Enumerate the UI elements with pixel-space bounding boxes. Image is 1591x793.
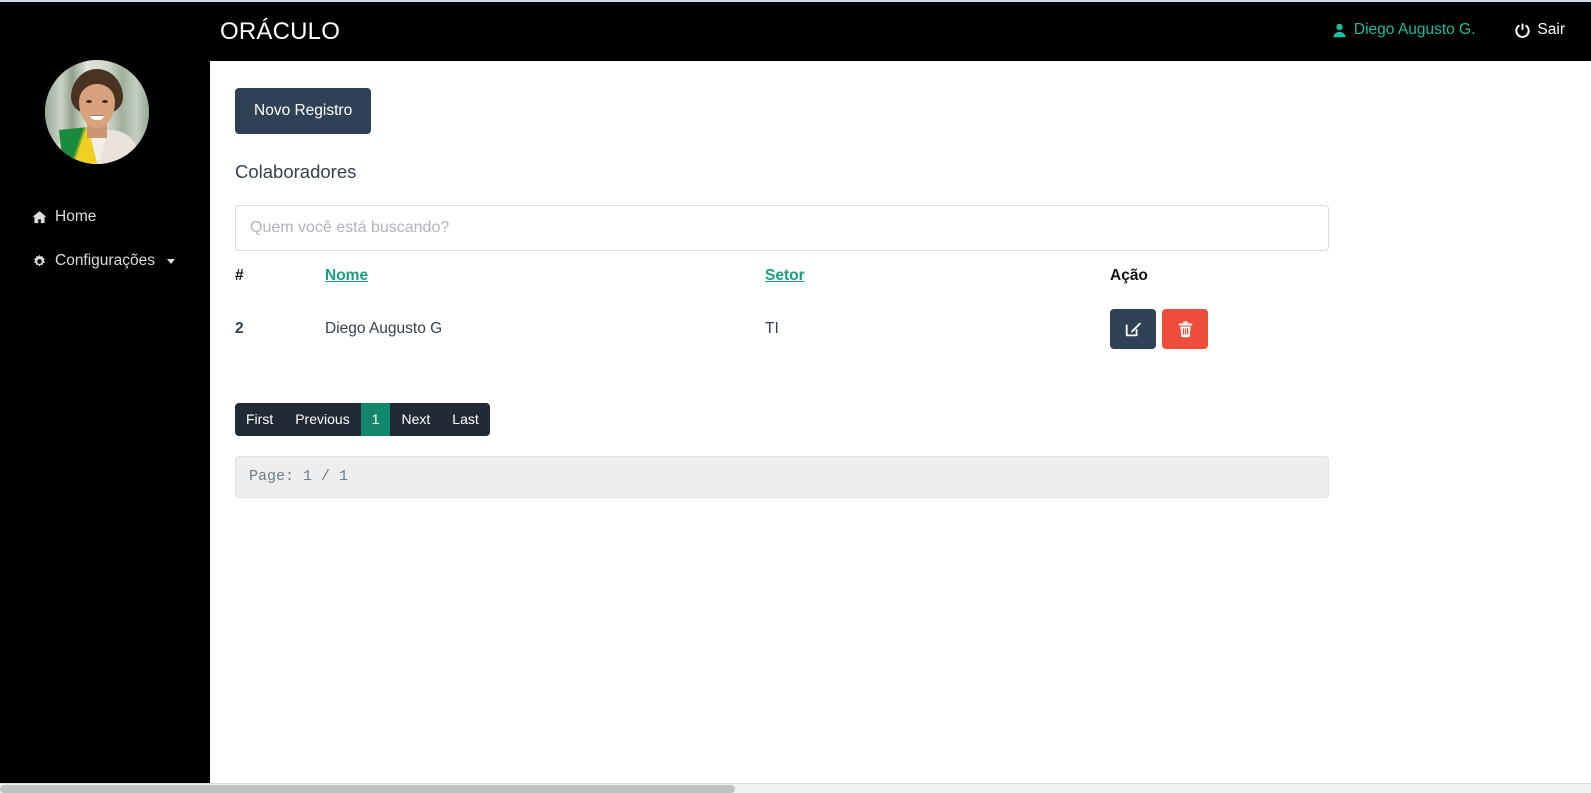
current-user-menu[interactable]: Diego Augusto G. bbox=[1332, 20, 1476, 40]
sidebar-item-home[interactable]: Home bbox=[0, 200, 210, 234]
sidebar: Home Configurações bbox=[0, 2, 210, 791]
home-icon bbox=[32, 210, 47, 225]
chevron-down-icon bbox=[166, 258, 175, 264]
cell-hash: 2 bbox=[235, 320, 244, 337]
gear-icon bbox=[32, 254, 47, 269]
sidebar-item-home-label: Home bbox=[55, 208, 97, 225]
pagination-first[interactable]: First bbox=[235, 403, 284, 436]
sort-link-setor[interactable]: Setor bbox=[765, 267, 805, 284]
trash-icon bbox=[1177, 321, 1194, 338]
page-title: Colaboradores bbox=[235, 161, 357, 182]
sidebar-menu: Home Configurações bbox=[0, 200, 210, 288]
search-input[interactable] bbox=[235, 205, 1329, 251]
collaborators-table: # Nome Setor Ação 2 Diego Augusto G TI bbox=[235, 259, 1329, 363]
delete-row-button[interactable] bbox=[1162, 309, 1208, 349]
table-header: # Nome Setor Ação bbox=[235, 259, 1329, 295]
table-header-row: # Nome Setor Ação bbox=[235, 259, 1329, 295]
cell-setor: TI bbox=[765, 320, 779, 337]
pagination: First Previous 1 Next Last bbox=[235, 403, 490, 436]
pagination-next[interactable]: Next bbox=[390, 403, 441, 436]
top-navbar: ORÁCULO Diego Augusto G. Sair bbox=[0, 2, 1591, 61]
pagination-page-1[interactable]: 1 bbox=[360, 403, 391, 436]
content-wrapper: Novo Registro Colaboradores # Nome Setor bbox=[235, 88, 1329, 498]
app-brand-title: ORÁCULO bbox=[220, 18, 341, 45]
row-action-buttons bbox=[1110, 309, 1329, 349]
main-content: Novo Registro Colaboradores # Nome Setor bbox=[210, 61, 1591, 791]
app-root: ORÁCULO Diego Augusto G. Sair Home Confi… bbox=[0, 0, 1591, 793]
topnav-right-group: Diego Augusto G. Sair bbox=[1332, 20, 1565, 40]
cell-acao bbox=[1110, 295, 1329, 363]
power-icon bbox=[1515, 22, 1531, 38]
logout-label: Sair bbox=[1537, 21, 1565, 38]
column-header-setor: Setor bbox=[765, 259, 1110, 295]
avatar-image bbox=[45, 60, 149, 164]
table-row: 2 Diego Augusto G TI bbox=[235, 295, 1329, 363]
column-header-nome: Nome bbox=[325, 259, 765, 295]
avatar bbox=[45, 60, 149, 164]
table-body: 2 Diego Augusto G TI bbox=[235, 295, 1329, 363]
cell-nome: Diego Augusto G bbox=[325, 320, 443, 337]
sidebar-item-configuracoes[interactable]: Configurações bbox=[0, 244, 210, 278]
avatar-eye-right bbox=[102, 100, 108, 103]
avatar-eye-left bbox=[86, 100, 92, 103]
edit-pencil-icon bbox=[1125, 321, 1142, 338]
horizontal-scrollbar-thumb[interactable] bbox=[0, 785, 735, 793]
sort-link-nome[interactable]: Nome bbox=[325, 267, 368, 284]
column-header-hash: # bbox=[235, 267, 244, 284]
edit-row-button[interactable] bbox=[1110, 309, 1156, 349]
pagination-last[interactable]: Last bbox=[441, 403, 489, 436]
pagination-previous[interactable]: Previous bbox=[284, 403, 360, 436]
sidebar-item-configuracoes-label: Configurações bbox=[55, 252, 155, 269]
horizontal-scrollbar[interactable] bbox=[0, 783, 1591, 793]
top-hairline bbox=[0, 0, 1591, 2]
new-record-button[interactable]: Novo Registro bbox=[235, 88, 372, 134]
page-indicator: Page: 1 / 1 bbox=[235, 456, 1329, 498]
user-icon bbox=[1332, 23, 1347, 38]
logout-button[interactable]: Sair bbox=[1515, 20, 1565, 40]
current-user-label: Diego Augusto G. bbox=[1353, 21, 1476, 38]
column-header-acao: Ação bbox=[1110, 267, 1148, 284]
